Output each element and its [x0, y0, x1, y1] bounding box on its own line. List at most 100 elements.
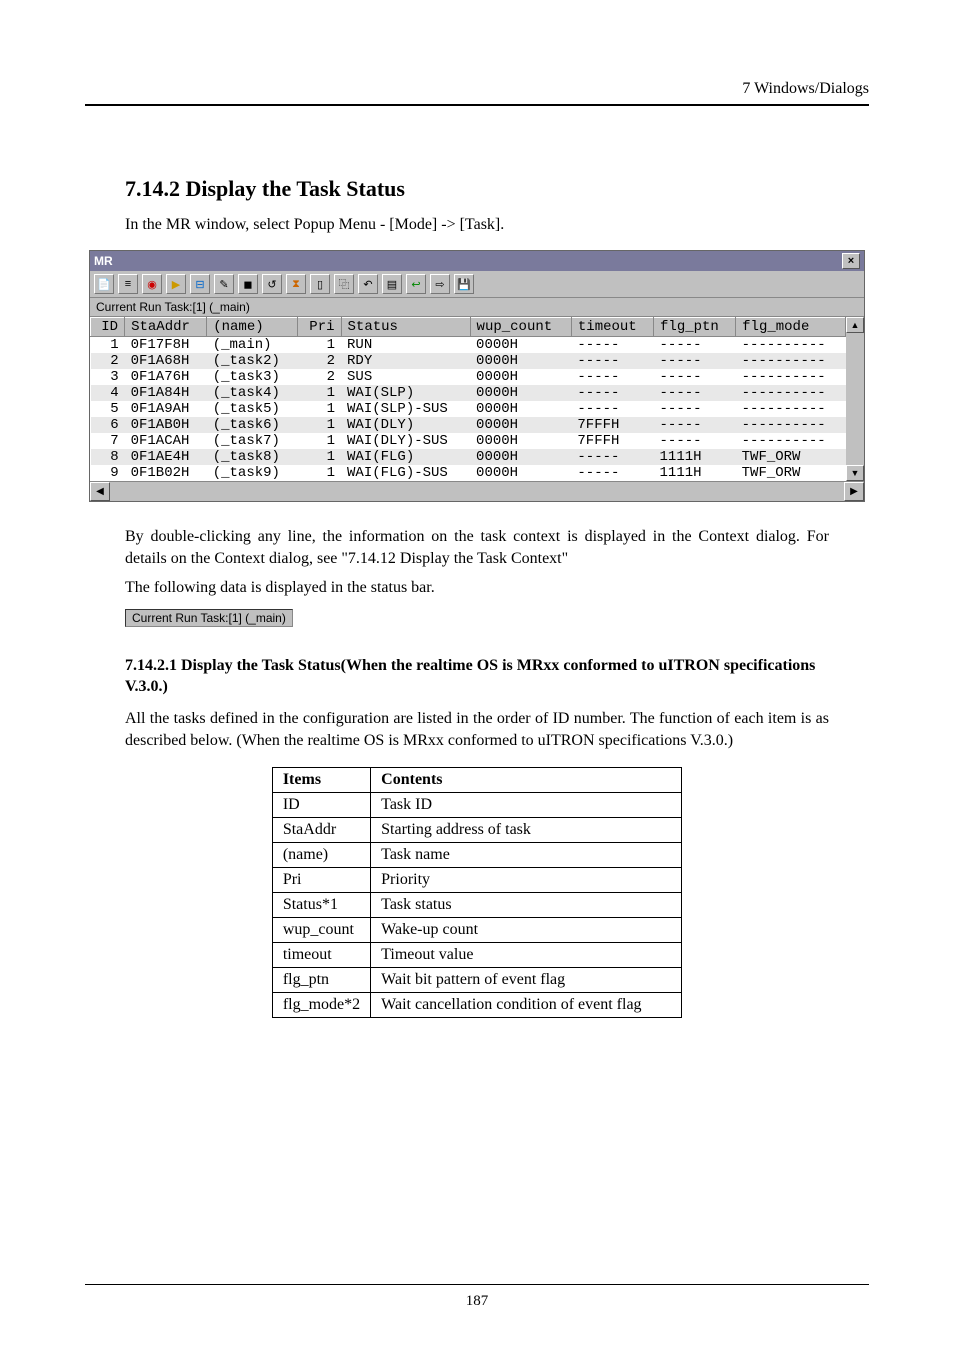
def-table-row: PriPriority	[272, 868, 681, 893]
table-row[interactable]: 40F1A84H(_task4)1WAI(SLP)0000H----------…	[91, 385, 846, 401]
hourglass-icon[interactable]: ⧗	[286, 274, 306, 294]
def-table-row: StaAddrStarting address of task	[272, 818, 681, 843]
def-table-cell: flg_ptn	[272, 968, 370, 993]
col-wup[interactable]: wup_count	[470, 318, 571, 337]
table-cell: 1	[297, 465, 341, 481]
table-row[interactable]: 20F1A68H(_task2)2RDY0000H---------------…	[91, 353, 846, 369]
table-cell: (_task4)	[207, 385, 298, 401]
horizontal-scrollbar[interactable]: ◀ ▶	[90, 481, 864, 501]
table-cell: ----------	[736, 417, 846, 433]
table-cell: RUN	[341, 337, 470, 354]
scroll-right-icon[interactable]: ▶	[844, 482, 864, 501]
table-cell: 0F1A9AH	[125, 401, 207, 417]
scroll-up-icon[interactable]: ▲	[846, 317, 864, 333]
mr-window: MR × 📄 ≡ ◉ ▶ ⊟ ✎ ◼ ↺ ⧗ ▯ ⿻ ↶ ▤ ↩ ⇨ 💾 Cur…	[89, 250, 865, 502]
table-cell: -----	[571, 401, 653, 417]
table-cell: (_task7)	[207, 433, 298, 449]
rewind-icon[interactable]: ↺	[262, 274, 282, 294]
table-cell: 0000H	[470, 353, 571, 369]
table-cell: WAI(DLY)-SUS	[341, 433, 470, 449]
table-cell: 0F1A76H	[125, 369, 207, 385]
table-cell: (_task3)	[207, 369, 298, 385]
table-cell: (_main)	[207, 337, 298, 354]
page-icon[interactable]: 📄	[94, 274, 114, 294]
table-row[interactable]: 30F1A76H(_task3)2SUS0000H---------------…	[91, 369, 846, 385]
page-footer: 187	[85, 1284, 869, 1310]
scroll-left-icon[interactable]: ◀	[90, 482, 110, 501]
col-id[interactable]: ID	[91, 318, 125, 337]
table-row[interactable]: 60F1AB0H(_task6)1WAI(DLY)0000H7FFFH-----…	[91, 417, 846, 433]
def-table-cell: StaAddr	[272, 818, 370, 843]
play-icon[interactable]: ▶	[166, 274, 186, 294]
copy-icon[interactable]: ⿻	[334, 274, 354, 294]
def-table-cell: wup_count	[272, 918, 370, 943]
table-row[interactable]: 70F1ACAH(_task7)1WAI(DLY)-SUS0000H7FFFH-…	[91, 433, 846, 449]
def-table-row: wup_countWake-up count	[272, 918, 681, 943]
table-row[interactable]: 80F1AE4H(_task8)1WAI(FLG)0000H-----1111H…	[91, 449, 846, 465]
col-flgmode[interactable]: flg_mode	[736, 318, 846, 337]
table-cell: 0000H	[470, 369, 571, 385]
def-table-cell: flg_mode*2	[272, 993, 370, 1018]
mr-titlebar: MR ×	[90, 251, 864, 271]
col-flgptn[interactable]: flg_ptn	[654, 318, 736, 337]
table-cell: -----	[654, 401, 736, 417]
col-name[interactable]: (name)	[207, 318, 298, 337]
col-pri[interactable]: Pri	[297, 318, 341, 337]
scroll-down-icon[interactable]: ▼	[846, 465, 864, 481]
pencil-icon[interactable]: ✎	[214, 274, 234, 294]
subsection-text: All the tasks defined in the configurati…	[125, 708, 829, 751]
close-icon[interactable]: ×	[842, 253, 860, 269]
doc-icon[interactable]: ▤	[382, 274, 402, 294]
table-cell: 2	[297, 353, 341, 369]
def-table-cell: Starting address of task	[371, 818, 682, 843]
def-table-row: (name)Task name	[272, 843, 681, 868]
table-cell: 1	[297, 449, 341, 465]
table-cell: 2	[297, 369, 341, 385]
table-cell: ----------	[736, 401, 846, 417]
def-table-cell: Timeout value	[371, 943, 682, 968]
table-cell: 4	[91, 385, 125, 401]
table-cell: 9	[91, 465, 125, 481]
col-status[interactable]: Status	[341, 318, 470, 337]
section-intro: In the MR window, select Popup Menu - [M…	[125, 216, 869, 234]
table-row[interactable]: 90F1B02H(_task9)1WAI(FLG)-SUS0000H-----1…	[91, 465, 846, 481]
table-cell: 6	[91, 417, 125, 433]
table-cell: WAI(FLG)	[341, 449, 470, 465]
def-table-cell: Priority	[371, 868, 682, 893]
table-cell: 0000H	[470, 401, 571, 417]
table-cell: WAI(SLP)-SUS	[341, 401, 470, 417]
col-staaddr[interactable]: StaAddr	[125, 318, 207, 337]
table-cell: -----	[654, 369, 736, 385]
def-table-cell: Task name	[371, 843, 682, 868]
table-cell: 3	[91, 369, 125, 385]
body-paragraph-1: By double-clicking any line, the informa…	[125, 526, 829, 569]
table-cell: (_task2)	[207, 353, 298, 369]
list-icon[interactable]: ≡	[118, 274, 138, 294]
record-red-icon[interactable]: ◉	[142, 274, 162, 294]
definition-table: Items Contents IDTask IDStaAddrStarting …	[272, 767, 682, 1018]
stop-icon[interactable]: ◼	[238, 274, 258, 294]
meter-icon[interactable]: ⊟	[190, 274, 210, 294]
return-icon[interactable]: ↩	[406, 274, 426, 294]
vertical-scrollbar[interactable]: ▲ ▼	[846, 317, 864, 481]
next-icon[interactable]: ⇨	[430, 274, 450, 294]
col-timeout[interactable]: timeout	[571, 318, 653, 337]
table-cell: -----	[654, 433, 736, 449]
table-cell: 5	[91, 401, 125, 417]
def-table-cell: ID	[272, 793, 370, 818]
table-cell: WAI(DLY)	[341, 417, 470, 433]
undo-icon[interactable]: ↶	[358, 274, 378, 294]
table-cell: 0000H	[470, 417, 571, 433]
page2-icon[interactable]: ▯	[310, 274, 330, 294]
def-header-contents: Contents	[371, 768, 682, 793]
save-icon[interactable]: 💾	[454, 274, 474, 294]
table-row[interactable]: 50F1A9AH(_task5)1WAI(SLP)-SUS0000H------…	[91, 401, 846, 417]
table-cell: TWF_ORW	[736, 449, 846, 465]
table-cell: 1	[297, 337, 341, 354]
def-table-cell: Task status	[371, 893, 682, 918]
table-cell: -----	[654, 353, 736, 369]
table-row[interactable]: 10F17F8H(_main)1RUN0000H----------------…	[91, 337, 846, 354]
def-table-cell: Status*1	[272, 893, 370, 918]
def-table-cell: (name)	[272, 843, 370, 868]
table-cell: 8	[91, 449, 125, 465]
